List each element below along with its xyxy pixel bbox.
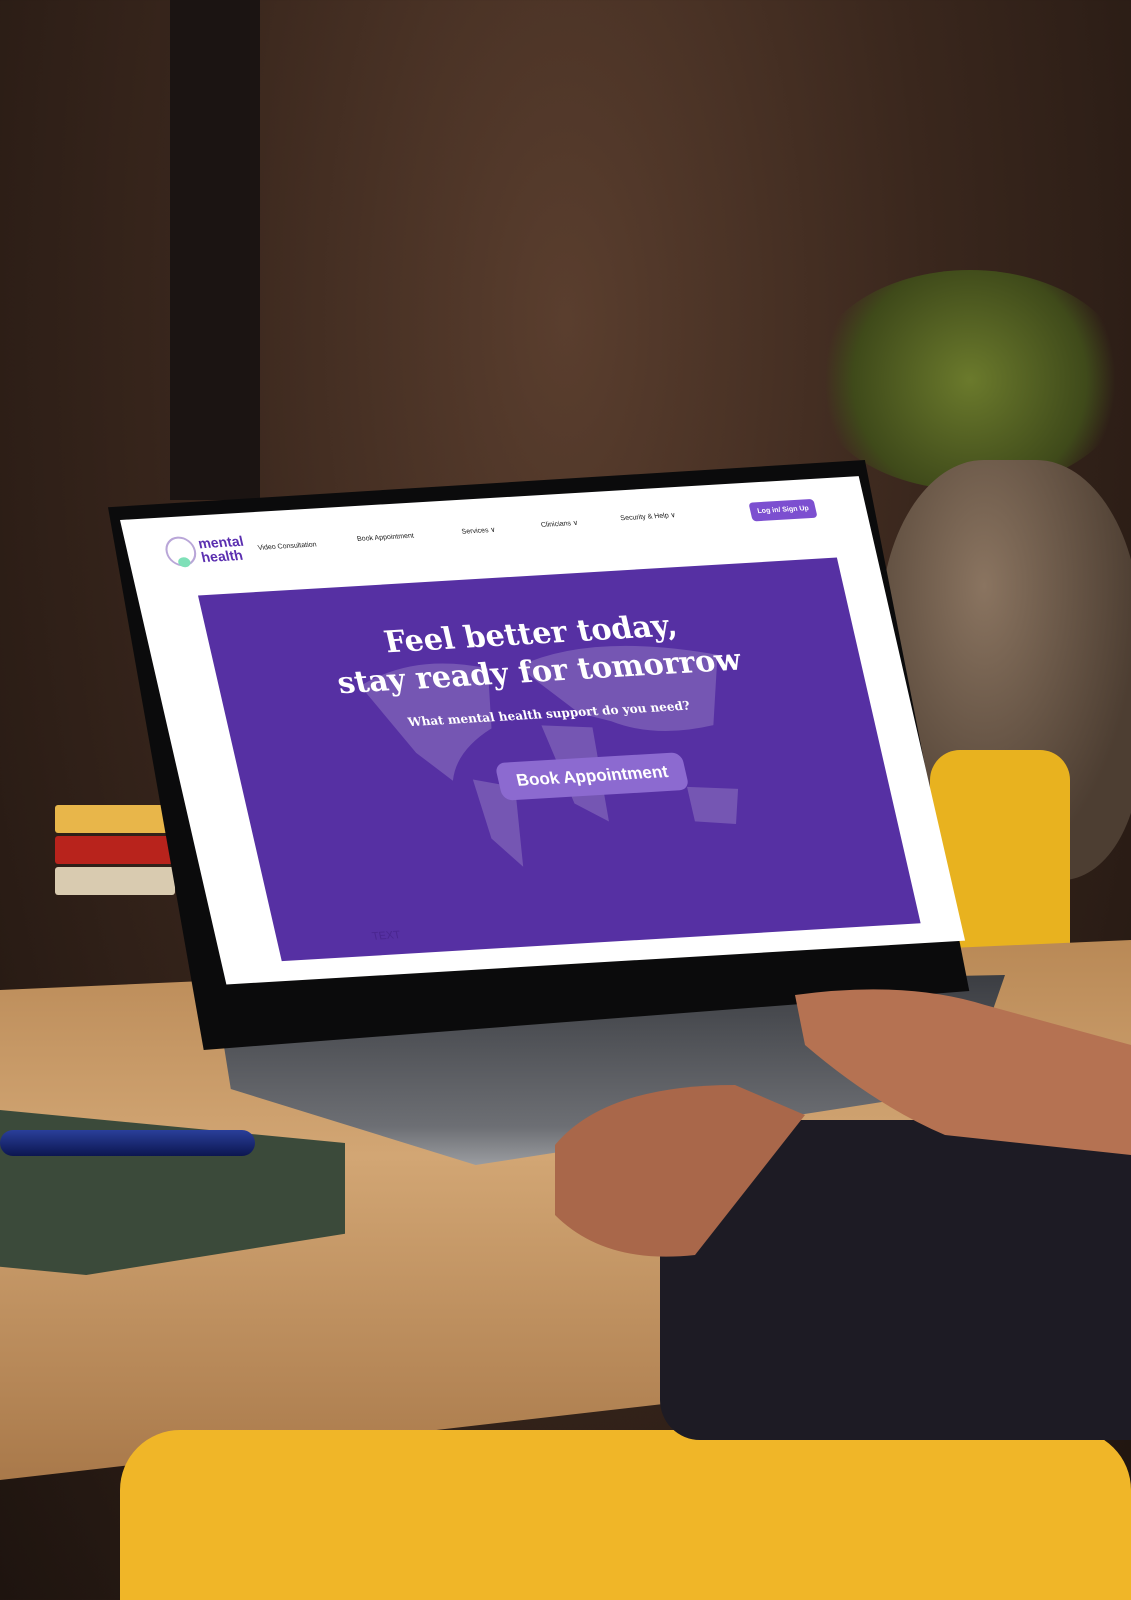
- nav-services-label: Services: [460, 527, 490, 536]
- nav-services[interactable]: Services ∨: [460, 526, 497, 536]
- nav-clinicians[interactable]: Clinicians ∨: [540, 519, 579, 529]
- placeholder-text: TEXT: [370, 929, 402, 943]
- plant: [810, 270, 1130, 490]
- pen: [0, 1130, 255, 1156]
- chevron-down-icon: ∨: [572, 519, 579, 528]
- hands: [555, 989, 1131, 1257]
- nav-clinicians-label: Clinicians: [540, 520, 572, 529]
- chevron-down-icon: ∨: [489, 526, 497, 535]
- nav-video-consultation[interactable]: Video Consultation: [257, 541, 317, 551]
- nav-book-appointment[interactable]: Book Appointment: [356, 533, 414, 543]
- hero-banner: Feel better today, stay ready for tomorr…: [198, 557, 921, 962]
- chevron-down-icon: ∨: [669, 512, 677, 520]
- nav-security-help[interactable]: Security & Help ∨: [620, 511, 677, 522]
- login-signup-button[interactable]: Log in/ Sign Up: [748, 498, 818, 522]
- nav-security-help-label: Security & Help: [619, 512, 670, 523]
- logo[interactable]: mental health: [162, 533, 248, 568]
- yellow-chair-front: [120, 1430, 1131, 1600]
- logo-text-line2: health: [199, 546, 245, 566]
- book-stack: [55, 805, 175, 900]
- laptop-screen: mental health Video Consultation Book Ap…: [120, 476, 966, 985]
- logo-icon: [162, 535, 200, 568]
- shelf-pole: [170, 0, 260, 500]
